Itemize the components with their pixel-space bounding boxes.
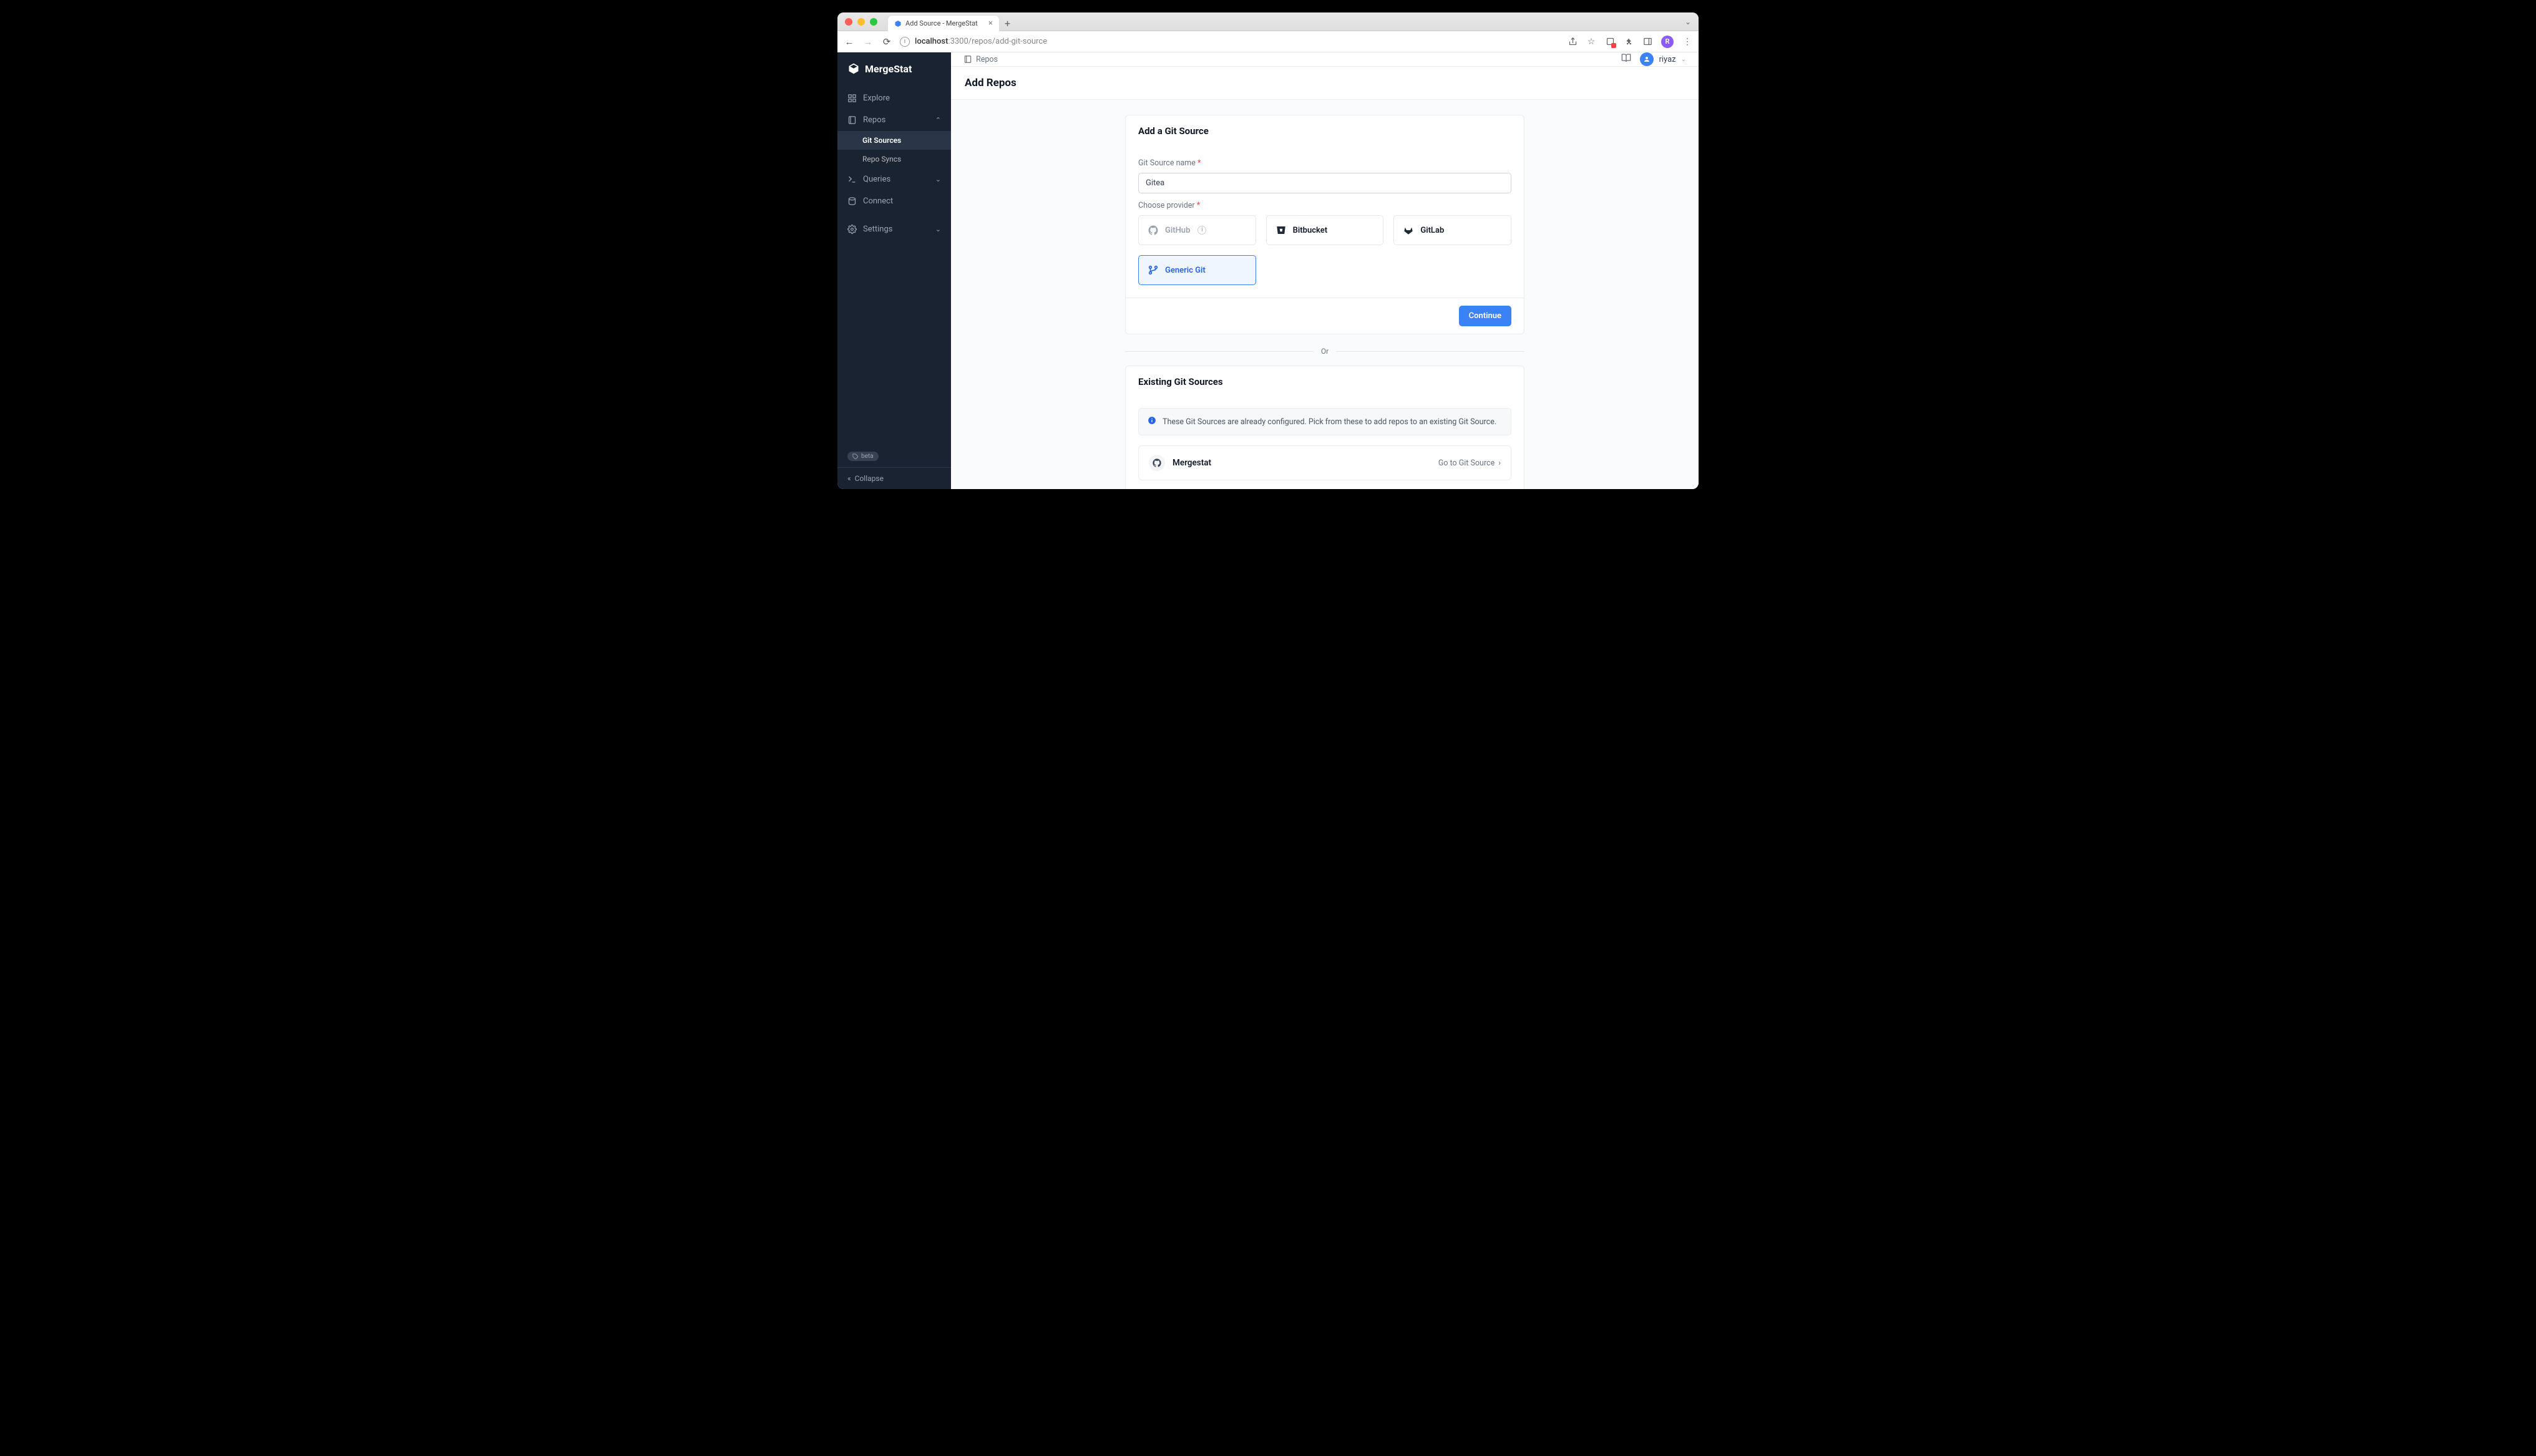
maximize-window-button[interactable]	[870, 18, 877, 26]
share-icon[interactable]	[1568, 37, 1578, 47]
gear-icon	[847, 225, 857, 234]
bitbucket-icon	[1275, 225, 1287, 236]
favicon-icon	[894, 20, 902, 27]
beta-badge: beta	[847, 452, 879, 461]
collapse-icon: «	[847, 474, 851, 483]
docs-icon[interactable]	[1621, 53, 1631, 66]
user-avatar-icon	[1640, 52, 1654, 66]
nav: Explore Repos ⌃ Git Sources Repo Syncs Q…	[837, 87, 951, 452]
toolbar-right: ☆ R ⋮	[1568, 36, 1692, 48]
card-footer: Continue	[1126, 298, 1524, 334]
sidebar-item-explore[interactable]: Explore	[837, 87, 951, 109]
topbar-right: riyaz ⌄	[1621, 52, 1686, 66]
profile-avatar[interactable]: R	[1661, 36, 1674, 48]
add-source-card: Add a Git Source Git Source name * Choos…	[1125, 115, 1524, 334]
or-divider: Or	[1125, 347, 1524, 356]
brand-name: MergeStat	[865, 63, 912, 75]
go-to-source-link[interactable]: Go to Git Source ›	[1438, 459, 1501, 468]
info-icon[interactable]: i	[1197, 226, 1206, 235]
sidebar-item-queries[interactable]: Queries ⌄	[837, 168, 951, 190]
sidebar-item-label: Settings	[863, 225, 892, 234]
sidebar-item-label: Explore	[863, 94, 890, 103]
card-title: Add a Git Source	[1126, 115, 1524, 147]
provider-generic-git[interactable]: Generic Git	[1138, 255, 1256, 285]
provider-gitlab[interactable]: GitLab	[1393, 215, 1511, 245]
github-icon	[1148, 225, 1159, 236]
git-branch-icon	[1148, 265, 1159, 276]
info-icon	[1148, 416, 1156, 427]
chevron-right-icon: ›	[1498, 459, 1501, 468]
collapse-sidebar-button[interactable]: « Collapse	[837, 467, 951, 489]
connect-icon	[847, 197, 857, 206]
tag-icon	[852, 454, 859, 460]
provider-label: Choose provider *	[1138, 201, 1511, 210]
back-button[interactable]: ←	[844, 36, 855, 47]
browser-window: Add Source - MergeStat × + ⌄ ← → ⟳ i loc…	[837, 12, 1699, 489]
card-title: Existing Git Sources	[1126, 366, 1524, 398]
extensions-puzzle-icon[interactable]	[1624, 37, 1634, 47]
main: Repos riyaz ⌄ Add Repos	[951, 52, 1699, 489]
sidebar: MergeStat Explore Repos ⌃ Git Sources Re…	[837, 52, 951, 489]
chevron-down-icon: ⌄	[1681, 56, 1686, 63]
existing-sources-card: Existing Git Sources These Git Sources a…	[1125, 366, 1524, 489]
sidebar-sub-git-sources[interactable]: Git Sources	[837, 131, 951, 150]
site-info-icon[interactable]: i	[900, 37, 910, 47]
sidebar-item-settings[interactable]: Settings ⌄	[837, 218, 951, 240]
tabs-menu-icon[interactable]: ⌄	[1685, 17, 1691, 26]
gitlab-icon	[1403, 225, 1414, 236]
app-shell: MergeStat Explore Repos ⌃ Git Sources Re…	[837, 52, 1699, 489]
explore-icon	[847, 94, 857, 103]
queries-icon	[847, 175, 857, 184]
breadcrumb[interactable]: Repos	[963, 55, 998, 64]
brand-logo-icon	[847, 62, 860, 75]
topbar: Repos riyaz ⌄	[951, 52, 1699, 67]
tab-strip: Add Source - MergeStat × +	[887, 15, 1010, 31]
sidebar-item-repos[interactable]: Repos ⌃	[837, 109, 951, 131]
kebab-menu-icon[interactable]: ⋮	[1682, 37, 1692, 47]
existing-source-row[interactable]: Mergestat Go to Git Source ›	[1138, 445, 1511, 480]
extensions-icon[interactable]	[1605, 37, 1615, 47]
sidebar-item-label: Connect	[863, 197, 893, 206]
brand[interactable]: MergeStat	[837, 52, 951, 87]
source-name-label: Git Source name *	[1138, 158, 1511, 168]
continue-button[interactable]: Continue	[1459, 306, 1511, 326]
panel-icon[interactable]	[1642, 37, 1652, 47]
url-path: :3300/repos/add-git-source	[948, 37, 1047, 46]
chevron-down-icon: ⌄	[935, 225, 941, 233]
chevron-up-icon: ⌃	[935, 116, 941, 124]
tab-title: Add Source - MergeStat	[905, 19, 978, 27]
close-tab-icon[interactable]: ×	[988, 19, 993, 28]
provider-github[interactable]: GitHub i	[1138, 215, 1256, 245]
window-controls	[845, 18, 877, 26]
user-menu[interactable]: riyaz ⌄	[1640, 52, 1686, 66]
page-title: Add Repos	[951, 67, 1699, 100]
chevron-down-icon: ⌄	[935, 175, 941, 183]
sidebar-sub-repo-syncs[interactable]: Repo Syncs	[837, 150, 951, 168]
bookmark-star-icon[interactable]: ☆	[1586, 37, 1596, 47]
browser-tab[interactable]: Add Source - MergeStat ×	[887, 15, 1000, 31]
sidebar-item-label: Queries	[863, 175, 890, 184]
forward-button[interactable]: →	[862, 36, 874, 47]
url-display[interactable]: i localhost:3300/repos/add-git-source	[900, 37, 1047, 47]
info-notice: These Git Sources are already configured…	[1138, 408, 1511, 435]
source-name: Mergestat	[1173, 458, 1211, 468]
new-tab-button[interactable]: +	[1005, 17, 1010, 29]
address-bar: ← → ⟳ i localhost:3300/repos/add-git-sou…	[837, 31, 1699, 52]
minimize-window-button[interactable]	[857, 18, 865, 26]
reload-button[interactable]: ⟳	[881, 36, 892, 47]
github-icon	[1149, 455, 1165, 471]
provider-grid: GitHub i Bitbucket	[1138, 215, 1511, 285]
content: Add a Git Source Git Source name * Choos…	[951, 100, 1699, 489]
sidebar-item-label: Repos	[863, 115, 885, 125]
sidebar-item-connect[interactable]: Connect	[837, 190, 951, 212]
source-name-input[interactable]	[1138, 173, 1511, 193]
repos-icon	[847, 115, 857, 125]
close-window-button[interactable]	[845, 18, 852, 26]
titlebar: Add Source - MergeStat × + ⌄	[837, 12, 1699, 31]
provider-bitbucket[interactable]: Bitbucket	[1266, 215, 1384, 245]
user-name: riyaz	[1659, 55, 1675, 64]
url-host: localhost	[915, 37, 948, 46]
repos-icon	[963, 55, 972, 64]
